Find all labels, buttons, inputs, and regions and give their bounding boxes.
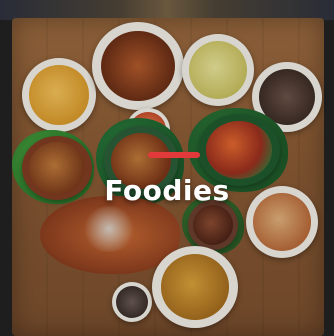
plate-green-curry [182, 34, 254, 106]
plate-curry-yellow [22, 58, 96, 132]
brand-logo: Foodies [0, 174, 334, 207]
plate-soup-bottom [152, 246, 238, 328]
background-strip [0, 0, 334, 20]
food-banner: Foodies [0, 0, 334, 336]
brand-title: Foodies [104, 174, 230, 207]
plate-noodles [92, 22, 184, 110]
plate-meat [188, 200, 238, 250]
brand-accent-bar [148, 152, 200, 158]
plate-fish-garnish [82, 206, 136, 252]
plate-small-bottom [112, 282, 152, 322]
